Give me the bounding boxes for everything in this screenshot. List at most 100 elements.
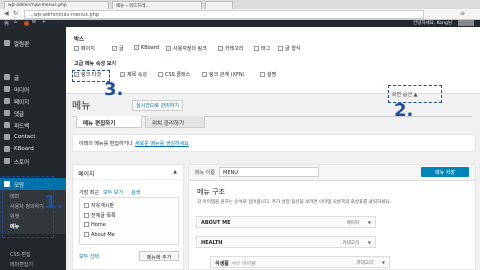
sidebar-item-css-edit[interactable]: CSS 편집 [0,249,66,258]
checkbox-unchecked[interactable] [84,213,89,218]
checkbox-tags[interactable]: 태그 [254,45,270,52]
checkbox-description[interactable]: 설명 [260,71,276,78]
list-item[interactable]: 자유게시판 [84,202,114,209]
menu-item-title: ABOUT ME [201,220,231,226]
sidebar-item-store[interactable]: 스토어 [0,155,66,167]
checkbox-post-format[interactable]: 글 형식 [278,45,300,52]
checkbox-custom-links[interactable]: ✓ 사용자정의 링크 [166,45,207,52]
list-item[interactable]: 전체글 목록 [84,212,116,219]
tab-view-all[interactable]: 모두 보기 [103,189,123,196]
sidebar-item-label: 페이지 [14,100,30,106]
caret-up-icon[interactable]: ▲ [173,169,177,175]
add-to-menu-button[interactable]: 메뉴에 추가 [139,251,179,261]
add-new-icon[interactable]: + [42,20,46,25]
browser-tab-bar: wp-admin/nav-menus.php 메뉴 ‹ 워드프레... [0,0,480,9]
menu-item-health[interactable]: HEALTH 카테고리 ▼ [196,236,376,248]
refresh-icon[interactable]: ↻ [13,10,18,17]
caret-down-icon[interactable]: ▼ [382,260,385,265]
sidebar-item-label: 스토어 [14,160,30,166]
sidebar-item-theme-editor[interactable]: 테마편집기 [0,259,66,268]
browser-tab-active[interactable]: 메뉴 ‹ 워드프레... [112,1,202,9]
sidebar-item-posts[interactable]: 글 [0,71,66,83]
wordpress-icon[interactable]: Ⓦ [4,20,9,27]
sidebar-item-contact[interactable]: Contact [0,131,66,143]
pages-box-heading[interactable]: 페이지 [78,169,95,178]
browser-tab[interactable]: wp-admin/nav-menus.php [4,1,109,9]
avatar[interactable] [458,20,474,26]
checkbox-posts[interactable]: ✓ 글 [112,45,124,52]
tab-title: wp-admin/nav-menus.php [8,3,67,8]
browser-tab[interactable] [205,1,233,9]
checkbox-checked[interactable]: ✓ [166,46,171,51]
sidebar-item-feedback[interactable]: 피드백 [0,119,66,131]
sidebar-item-media[interactable]: 미디어 [0,83,66,95]
checkbox-label: CSS 클래스 [165,72,191,78]
sidebar-item-dashboard[interactable]: 알림판 [0,37,66,49]
screen-options-panel: 박스 ✓ 페이지 ✓ 글 ✓ KBoard ✓ 사용자정의 링크 ✓ 카테고리 태그 글 … [66,27,480,94]
select-all-link[interactable]: 모두 선택 [79,253,99,260]
divider [73,179,185,180]
sidebar-item-kboard[interactable]: KBoard [0,143,66,155]
checkbox-categories[interactable]: ✓ 카테고리 [218,45,243,52]
updates-badge[interactable] [24,21,29,26]
live-preview-button[interactable]: 실시간으로 관리하기 [132,100,183,111]
sidebar-item-comments[interactable]: 댓글 [0,107,66,119]
sidebar-item-label: 글 [14,76,20,82]
checkbox-unchecked[interactable] [202,72,207,77]
checkbox-unchecked[interactable] [278,46,283,51]
checkbox-unchecked[interactable] [84,222,89,227]
checkbox-checked[interactable]: ✓ [120,72,125,77]
comments-icon[interactable]: ✉ [32,20,36,25]
checkbox-checked[interactable]: ✓ [218,46,223,51]
menu-item-about-me[interactable]: ABOUT ME 페이지 ▼ [196,216,376,228]
sidebar-item-pages[interactable]: 페이지 [0,95,66,107]
create-menu-link[interactable]: 새로운 메뉴를 생성하세요 [135,140,189,147]
home-icon[interactable]: ⌂ [14,20,17,25]
checkbox-css-classes[interactable]: CSS 클래스 [158,71,190,78]
tab-manage-locations[interactable]: 위치 관리하기 [145,116,205,128]
checkbox-pages[interactable]: ✓ 페이지 [74,45,95,52]
checkbox-link-relationship[interactable]: 링크 관계 (XFN) [202,71,245,78]
caret-down-icon[interactable]: ▼ [368,220,371,225]
checkbox-checked[interactable]: ✓ [134,45,139,50]
checkbox-label: 제목 속성 [127,72,147,78]
back-icon[interactable]: ◀ [4,10,9,17]
wp-admin-bar: Ⓦ ⌂ ✉ + 안녕하세요, Kong님 [0,20,480,27]
sidebar-item-label: 피드백 [14,124,30,130]
tab-edit-menus[interactable]: 메뉴 편집하기 [76,116,142,128]
menu-structure-help: 각 아이템을 원하는 순서로 끌어옵니다. 추가 설정 옵션을 보려면 아이템 … [197,200,391,205]
list-item[interactable]: Home [84,222,106,228]
tab-most-recent[interactable]: 가장 최근 [79,189,99,196]
screen-options-tab[interactable]: 화면 옵션 ▲ [392,91,417,98]
checkbox-label: 페이지 [81,46,95,52]
url-field[interactable]: ...wp-admin/nav-menus.php [24,10,424,19]
user-greeting[interactable]: 안녕하세요, Kong님 [413,20,452,26]
checkbox-kboard[interactable]: ✓ KBoard [134,45,159,51]
notice-box: 아래의 메뉴를 편집하거나 새로운 메뉴를 생성하세요. 새로운 메뉴를 생성하… [72,134,476,152]
sub-item-label: 서브 아이템 [230,261,256,267]
menu-item-sub[interactable]: 식생활 서브 아이템 카테고리 ▼ [210,256,390,268]
menu-structure-heading: 메뉴 구조 [197,188,225,196]
menu-name-input[interactable]: MENU [219,167,319,177]
annotation-number-3: 3. [104,79,124,100]
checkbox-unchecked[interactable] [260,72,265,77]
save-menu-button[interactable]: 메뉴 저장 [421,167,469,177]
dashboard-icon [4,40,10,46]
checkbox-title-attribute[interactable]: ✓ 제목 속성 [120,71,147,78]
menu-item-title: 식생활 [215,261,229,267]
checkbox-unchecked[interactable] [158,72,163,77]
list-item[interactable]: About Me [84,232,115,238]
menu-item-type: 페이지 [346,221,359,226]
checkbox-unchecked[interactable] [84,232,89,237]
checkbox-checked[interactable]: ✓ [74,46,79,51]
menu-icon[interactable]: ≡ [460,10,465,17]
tab-search[interactable]: 검색 [131,189,140,196]
menu-item-type: 카테고리 [342,241,359,246]
checkbox-label: KBoard [141,45,159,51]
checkbox-checked[interactable]: ✓ [112,46,117,51]
caret-down-icon[interactable]: ▼ [368,240,371,245]
checkbox-unchecked[interactable] [84,203,89,208]
checkbox-label: 태그 [261,46,271,52]
checkbox-label: 글 [119,46,124,52]
checkbox-unchecked[interactable] [254,46,259,51]
